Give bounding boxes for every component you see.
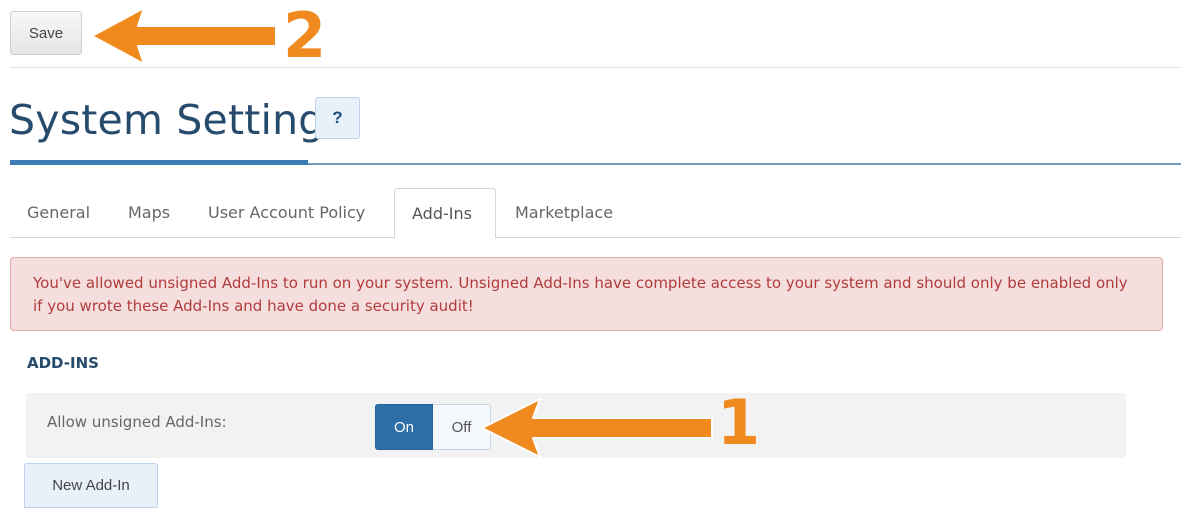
tab-maps[interactable]: Maps [111,188,187,238]
tab-user-account-policy[interactable]: User Account Policy [191,188,382,238]
help-button[interactable]: ? [315,97,360,139]
annotation-label-2: 2 [283,0,327,72]
unsigned-addins-warning: You've allowed unsigned Add-Ins to run o… [10,257,1163,331]
system-settings-page: Save System Settings ? General Maps User… [0,0,1181,508]
header-accent-bar [10,160,308,165]
allow-unsigned-toggle: On Off [375,404,491,450]
annotation-arrow-2-icon [91,7,277,65]
settings-tabs: General Maps User Account Policy Add-Ins… [10,188,1181,239]
tab-marketplace[interactable]: Marketplace [498,188,630,238]
annotation-label-1: 1 [717,386,761,459]
tab-add-ins[interactable]: Add-Ins [394,188,496,239]
page-title: System Settings [9,96,347,144]
setting-label: Allow unsigned Add-Ins: [47,413,227,431]
new-add-in-button[interactable]: New Add-In [24,463,158,508]
toggle-on-button[interactable]: On [375,404,433,450]
section-heading: ADD-INS [27,354,99,372]
annotation-arrow-1-icon [481,398,713,458]
save-button[interactable]: Save [10,11,82,55]
tab-general[interactable]: General [10,188,107,238]
